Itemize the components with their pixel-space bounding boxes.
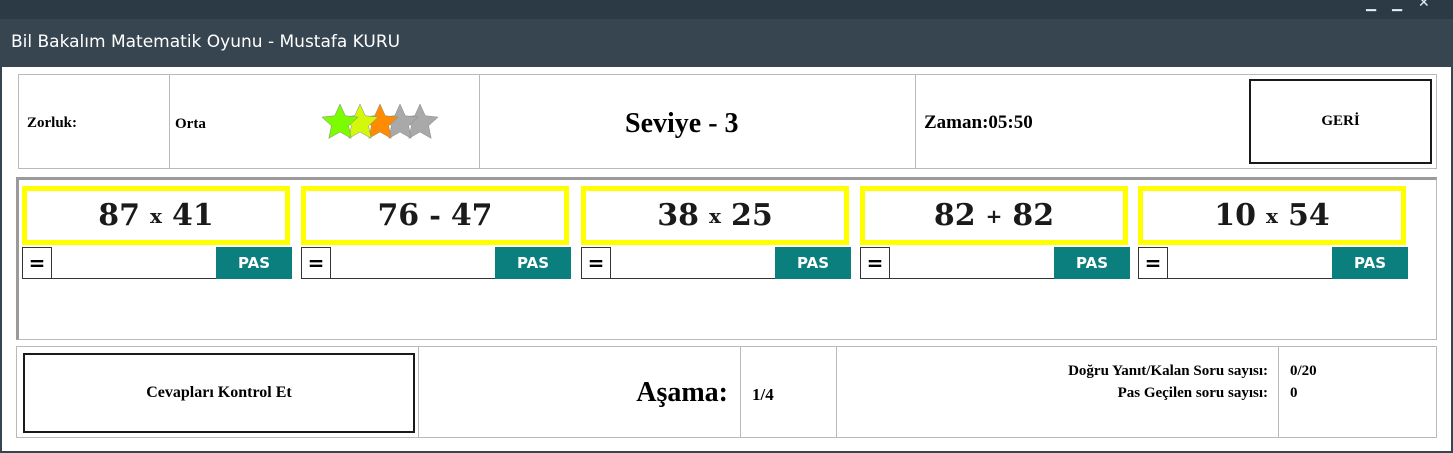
pass-button[interactable]: PAS: [216, 247, 292, 279]
operand-a: 82: [933, 198, 976, 233]
operator: +: [985, 203, 1003, 228]
difficulty-value: Orta: [175, 116, 206, 132]
top-strip: ▁ ▁ ✕: [0, 0, 1453, 19]
question-card: 82 + 82 = PAS: [857, 183, 1130, 281]
answer-input[interactable]: [1168, 247, 1332, 279]
question-card: 87 x 41 = PAS: [19, 183, 292, 281]
info-panel: Zorluk: Orta Seviye - 3 Zaman:05:50 GERİ: [18, 74, 1437, 169]
answer-input[interactable]: [890, 247, 1054, 279]
equals-sign: =: [581, 247, 611, 279]
stage-label-cell: Aşama:: [419, 347, 741, 437]
operator: x: [1266, 203, 1278, 228]
pass-button[interactable]: PAS: [1054, 247, 1130, 279]
operand-b: 82: [1012, 198, 1055, 233]
operand-b: 54: [1287, 198, 1330, 233]
operand-a: 10: [1214, 198, 1257, 233]
close-icon[interactable]: ✕: [1418, 0, 1430, 10]
operator: x: [709, 203, 721, 228]
pass-button[interactable]: PAS: [495, 247, 571, 279]
equals-sign: =: [301, 247, 331, 279]
stage-value: 1/4: [752, 385, 774, 404]
equals-sign: =: [1138, 247, 1168, 279]
difficulty-label-cell: Zorluk:: [19, 75, 170, 168]
back-button[interactable]: GERİ: [1249, 79, 1432, 164]
check-answers-button[interactable]: Cevapları Kontrol Et: [23, 353, 415, 433]
operator: -: [429, 199, 441, 232]
correct-count-value: 0/20: [1290, 363, 1317, 379]
question-expression: 76 - 47: [301, 186, 569, 245]
title-bar: Bil Bakalım Matematik Oyunu - Mustafa KU…: [0, 19, 1453, 67]
star-rating: [321, 103, 439, 139]
answer-input[interactable]: [611, 247, 775, 279]
time-display: Zaman:05:50: [924, 112, 1033, 133]
level-title: Seviye - 3: [625, 108, 739, 139]
passed-count-label: Pas Geçilen soru sayısı:: [1117, 385, 1268, 401]
stats-label-cell: Doğru Yanıt/Kalan Soru sayısı: Pas Geçil…: [837, 347, 1279, 437]
pass-button[interactable]: PAS: [775, 247, 851, 279]
equals-sign: =: [860, 247, 890, 279]
window-title: Bil Bakalım Matematik Oyunu - Mustafa KU…: [11, 32, 401, 52]
operator: x: [150, 203, 162, 228]
question-expression: 87 x 41: [22, 186, 290, 245]
question-expression: 38 x 25: [581, 186, 849, 245]
question-expression: 82 + 82: [860, 186, 1128, 245]
time-cell: Zaman:05:50: [916, 75, 1245, 168]
operand-b: 41: [171, 198, 214, 233]
question-card: 76 - 47 = PAS: [298, 183, 571, 281]
answer-input[interactable]: [52, 247, 216, 279]
status-panel: Cevapları Kontrol Et Aşama: 1/4 Doğru Ya…: [16, 346, 1437, 438]
question-card: 38 x 25 = PAS: [578, 183, 851, 281]
answer-input[interactable]: [331, 247, 495, 279]
stats-value-cell: 0/20 0: [1279, 347, 1436, 437]
question-card: 10 x 54 = PAS: [1135, 183, 1408, 281]
operand-a: 76: [377, 198, 420, 233]
stage-value-cell: 1/4: [741, 347, 837, 437]
level-cell: Seviye - 3: [480, 75, 916, 168]
correct-count-label: Doğru Yanıt/Kalan Soru sayısı:: [1068, 363, 1268, 379]
passed-count-value: 0: [1290, 385, 1298, 401]
operand-a: 87: [98, 198, 141, 233]
operand-a: 38: [657, 198, 700, 233]
minimize-icon[interactable]: ▁: [1366, 0, 1376, 12]
question-expression: 10 x 54: [1138, 186, 1406, 245]
operand-b: 25: [730, 198, 773, 233]
stage-label: Aşama:: [636, 377, 728, 408]
maximize-icon[interactable]: ▁: [1392, 0, 1402, 12]
pass-button[interactable]: PAS: [1332, 247, 1408, 279]
difficulty-value-cell: Orta: [170, 75, 480, 168]
operand-b: 47: [450, 198, 493, 233]
difficulty-label: Zorluk:: [27, 115, 78, 131]
equals-sign: =: [22, 247, 52, 279]
